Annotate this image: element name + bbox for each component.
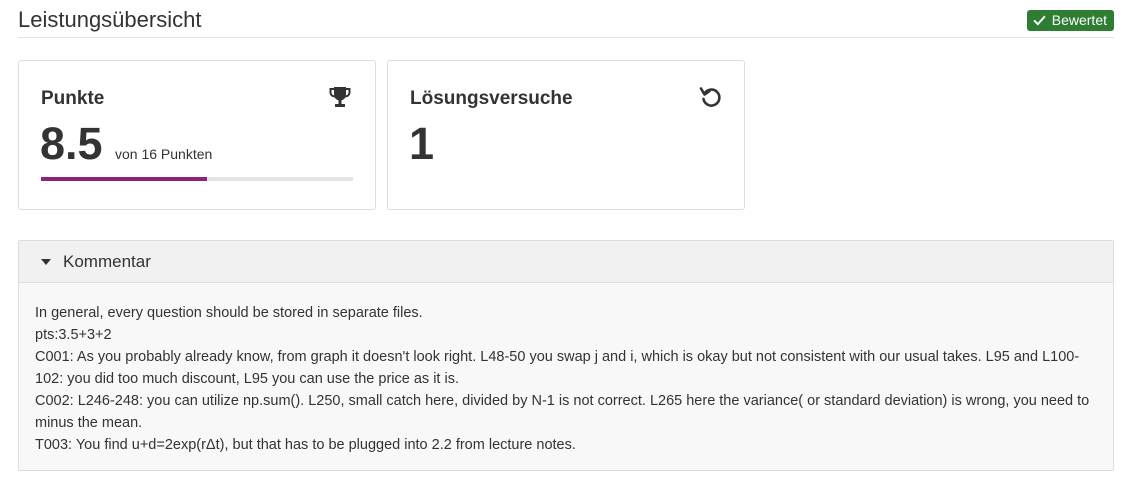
page-header: Leistungsübersicht Bewertet	[18, 6, 1114, 38]
points-card-title: Punkte	[41, 88, 105, 109]
comment-body: In general, every question should be sto…	[19, 283, 1113, 456]
attempts-card-title: Lösungsversuche	[410, 88, 573, 109]
retry-icon	[699, 87, 721, 107]
comment-panel: Kommentar In general, every question sho…	[18, 240, 1114, 471]
page-title: Leistungsübersicht	[18, 7, 202, 32]
comment-title: Kommentar	[63, 251, 151, 271]
caret-down-icon	[41, 258, 51, 265]
attempts-value: 1	[409, 118, 435, 169]
check-icon	[1033, 15, 1046, 26]
points-card: Punkte 8.5 von 16 Punkten	[18, 60, 376, 210]
points-value: 8.5	[40, 118, 103, 169]
status-badge-label: Bewertet	[1051, 12, 1107, 28]
points-progress-bar	[41, 177, 353, 181]
attempts-card: Lösungsversuche 1	[387, 60, 745, 210]
comment-line: C001: As you probably already know, from…	[35, 349, 1080, 387]
status-badge: Bewertet	[1026, 10, 1114, 31]
comment-toggle[interactable]: Kommentar	[19, 241, 1113, 283]
comment-line: pts:3.5+3+2	[35, 327, 112, 343]
points-max-label: von 16 Punkten	[115, 146, 213, 162]
comment-line: C002: L246-248: you can utilize np.sum()…	[35, 393, 1090, 431]
trophy-icon	[329, 87, 351, 107]
comment-line: T003: You find u+d=2exp(rΔt), but that h…	[35, 437, 576, 453]
comment-line: In general, every question should be sto…	[35, 305, 423, 321]
points-progress-fill	[41, 177, 207, 181]
